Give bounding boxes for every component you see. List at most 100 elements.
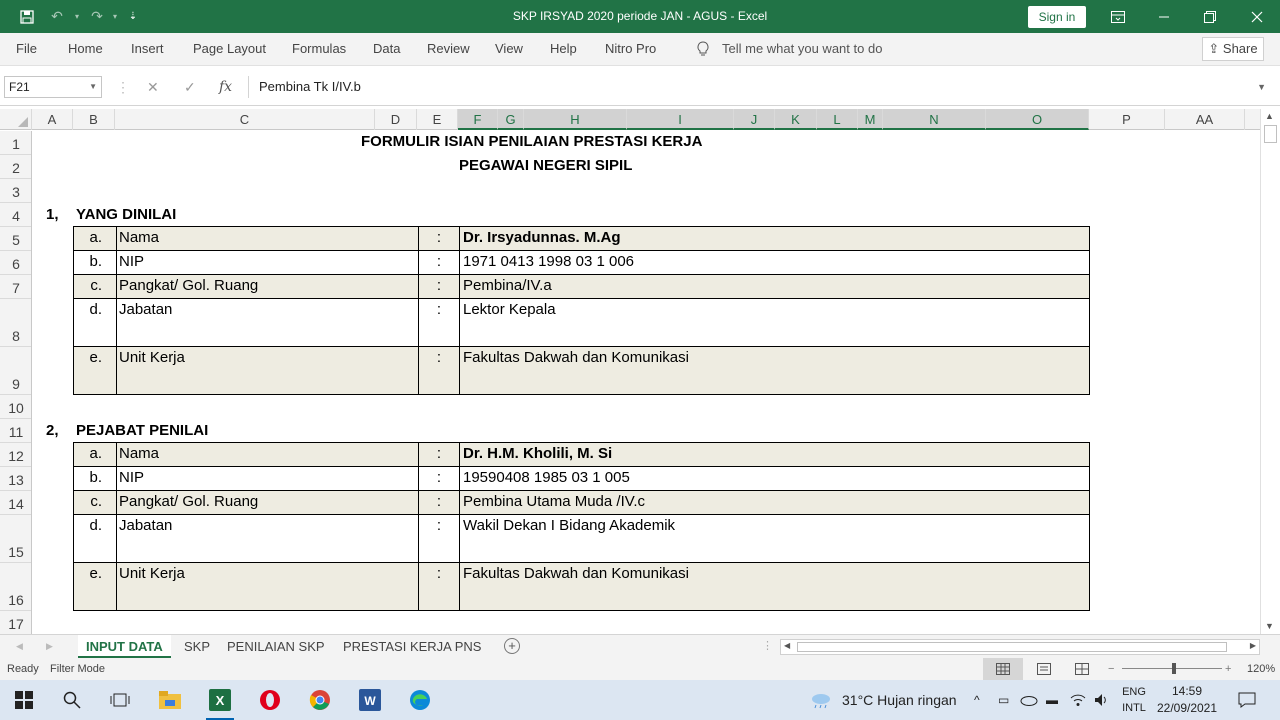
onedrive-icon[interactable] <box>1020 680 1038 720</box>
column-header[interactable]: G <box>498 109 524 130</box>
undo-icon[interactable]: ↶ <box>44 0 70 33</box>
row-header[interactable]: 15 <box>0 515 31 563</box>
restore-button[interactable] <box>1187 0 1233 33</box>
file-explorer-icon[interactable] <box>146 680 194 720</box>
sheet-tab-prestasi-kerja[interactable]: PRESTASI KERJA PNS <box>335 635 489 658</box>
scroll-right-icon[interactable]: ▶ <box>1250 641 1256 650</box>
sign-in-button[interactable]: Sign in <box>1028 6 1086 28</box>
column-header[interactable]: N <box>883 109 986 130</box>
column-header[interactable]: B <box>73 109 115 130</box>
row-header[interactable]: 1 <box>0 131 31 155</box>
customize-toolbar-icon[interactable]: ⇣ <box>124 0 142 33</box>
column-header[interactable]: H <box>524 109 627 130</box>
column-header[interactable]: F <box>458 109 498 130</box>
device-icon[interactable]: ▭ <box>998 680 1009 720</box>
battery-icon[interactable]: ▬ <box>1046 680 1058 720</box>
column-header[interactable]: O <box>986 109 1089 130</box>
row-header[interactable]: 13 <box>0 467 31 491</box>
scroll-up-icon[interactable]: ▲ <box>1265 111 1274 121</box>
column-header[interactable]: M <box>858 109 883 130</box>
tab-home[interactable]: Home <box>68 33 103 65</box>
scroll-thumb[interactable] <box>1264 125 1277 143</box>
share-button[interactable]: ⇪ Share <box>1202 37 1264 61</box>
column-header[interactable]: J <box>734 109 775 130</box>
row-header[interactable]: 3 <box>0 179 31 203</box>
chevron-up-icon[interactable]: ^ <box>974 680 980 720</box>
sheet-tab-skp[interactable]: SKP <box>176 635 218 658</box>
redo-icon[interactable]: ↷ <box>84 0 110 33</box>
column-header[interactable]: L <box>817 109 858 130</box>
tab-review[interactable]: Review <box>427 33 470 65</box>
redo-dropdown-icon[interactable]: ▾ <box>108 0 122 33</box>
word-app-icon[interactable]: W <box>346 680 394 720</box>
prev-sheet-icon[interactable]: ◀ <box>16 635 23 658</box>
tab-page-layout[interactable]: Page Layout <box>193 33 266 65</box>
horizontal-scrollbar[interactable]: ◀ ▶ <box>780 639 1260 655</box>
zoom-level[interactable]: 120% <box>1247 658 1275 680</box>
column-header[interactable]: A <box>32 109 73 130</box>
tab-formulas[interactable]: Formulas <box>292 33 346 65</box>
page-break-view-icon[interactable] <box>1070 658 1094 680</box>
row-header[interactable]: 4 <box>0 203 31 227</box>
tab-splitter-icon[interactable]: ⋮ <box>762 635 773 658</box>
column-header[interactable]: K <box>775 109 817 130</box>
zoom-in-icon[interactable]: + <box>1225 658 1231 680</box>
save-icon[interactable] <box>14 0 40 33</box>
clock[interactable]: 14:59 22/09/2021 <box>1152 680 1222 720</box>
scroll-down-icon[interactable]: ▼ <box>1265 621 1274 631</box>
task-view-icon[interactable] <box>96 680 144 720</box>
row-header[interactable]: 14 <box>0 491 31 515</box>
chrome-browser-icon[interactable] <box>296 680 344 720</box>
row-header[interactable]: 2 <box>0 155 31 179</box>
row-header[interactable]: 9 <box>0 347 31 395</box>
enter-icon[interactable]: ✓ <box>184 76 196 98</box>
zoom-out-icon[interactable]: − <box>1108 658 1114 680</box>
row-header[interactable]: 7 <box>0 275 31 299</box>
tab-view[interactable]: View <box>495 33 523 65</box>
ribbon-display-icon[interactable] <box>1095 0 1141 33</box>
wifi-icon[interactable] <box>1070 680 1086 720</box>
windows-start-icon[interactable] <box>0 680 48 720</box>
zoom-slider-thumb[interactable] <box>1172 663 1176 674</box>
excel-app-icon[interactable]: X <box>196 680 244 720</box>
tab-file[interactable]: File <box>16 33 37 65</box>
column-header[interactable]: E <box>417 109 458 130</box>
hscroll-thumb[interactable] <box>797 642 1227 652</box>
column-header[interactable]: C <box>115 109 375 130</box>
insert-function-icon[interactable]: fx <box>219 76 232 98</box>
row-header[interactable]: 16 <box>0 563 31 611</box>
row-header[interactable]: 10 <box>0 395 31 419</box>
row-header[interactable]: 5 <box>0 227 31 251</box>
add-sheet-icon[interactable]: + <box>504 638 520 654</box>
tab-help[interactable]: Help <box>550 33 577 65</box>
minimize-button[interactable] <box>1141 0 1187 33</box>
opera-browser-icon[interactable] <box>246 680 294 720</box>
sheet-tab-input-data[interactable]: INPUT DATA <box>78 635 171 658</box>
row-header[interactable]: 12 <box>0 443 31 467</box>
close-button[interactable] <box>1234 0 1280 33</box>
notification-icon[interactable] <box>1238 680 1256 720</box>
scroll-left-icon[interactable]: ◀ <box>784 641 790 650</box>
worksheet-grid[interactable]: FORMULIR ISIAN PENILAIAN PRESTASI KERJA … <box>32 131 1260 634</box>
volume-icon[interactable] <box>1094 680 1110 720</box>
search-icon[interactable] <box>48 680 96 720</box>
tab-nitro-pro[interactable]: Nitro Pro <box>605 33 656 65</box>
column-header[interactable]: AA <box>1165 109 1245 130</box>
edge-browser-icon[interactable] <box>396 680 444 720</box>
language-indicator[interactable]: ENG INTL <box>1120 680 1148 720</box>
undo-dropdown-icon[interactable]: ▾ <box>70 0 84 33</box>
column-header[interactable]: P <box>1089 109 1165 130</box>
select-all-button[interactable] <box>0 109 32 130</box>
tell-me-search[interactable]: Tell me what you want to do <box>696 33 882 65</box>
sheet-tab-penilaian-skp[interactable]: PENILAIAN SKP <box>219 635 333 658</box>
row-header[interactable]: 17 <box>0 611 31 634</box>
row-header[interactable]: 6 <box>0 251 31 275</box>
weather-widget[interactable]: 31°C Hujan ringan <box>810 680 957 720</box>
next-sheet-icon[interactable]: ▶ <box>46 635 53 658</box>
row-header[interactable]: 8 <box>0 299 31 347</box>
formula-input[interactable]: Pembina Tk I/IV.b ▼ <box>248 76 1274 98</box>
vertical-scrollbar[interactable]: ▲ ▼ <box>1260 109 1280 635</box>
expand-formula-icon[interactable]: ▼ <box>1257 76 1266 98</box>
cancel-icon[interactable]: ✕ <box>147 76 159 98</box>
normal-view-icon[interactable] <box>983 658 1023 680</box>
